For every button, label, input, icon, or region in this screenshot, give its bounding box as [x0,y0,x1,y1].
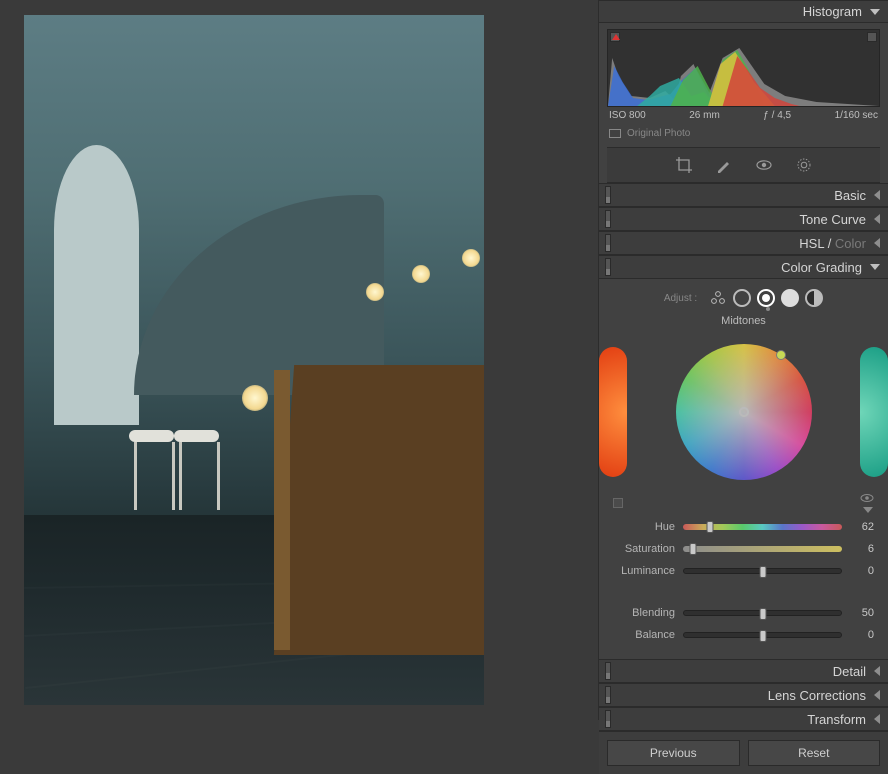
panel-header-transform[interactable]: Transform [599,707,888,731]
tool-strip [607,147,880,183]
crop-tool[interactable] [675,156,693,174]
chevron-down-icon [870,9,880,15]
balance-slider-row: Balance 0 [613,627,874,643]
aperture: ƒ / 4,5 [763,110,791,121]
panel-header-histogram[interactable]: Histogram [599,0,888,23]
footer: Previous Reset [599,731,888,774]
panel-header-color-grading[interactable]: Color Grading [599,255,888,279]
hue-slider-row: Hue 62 [613,519,874,535]
slider-thumb[interactable] [759,608,766,620]
panel-header-hsl[interactable]: HSL / Color [599,231,888,255]
panel-switch-icon[interactable] [605,710,611,728]
slider-label: Saturation [613,543,675,555]
healing-brush-tool[interactable] [715,156,733,174]
slider-value[interactable]: 0 [850,629,874,641]
wheel-center-icon [739,407,749,417]
slider-label: Balance [613,629,675,641]
adjust-mode-row: Adjust : [613,289,874,307]
panel-header-detail[interactable]: Detail [599,659,888,683]
panel-title: HSL / Color [799,236,866,251]
panel-switch-icon[interactable] [605,686,611,704]
chevron-left-icon [874,190,880,200]
saturation-slider-row: Saturation 6 [613,541,874,557]
luminance-slider-row: Luminance 0 [613,563,874,579]
chevron-left-icon [874,238,880,248]
luminance-slider[interactable] [683,568,842,574]
panel-switch-icon[interactable] [605,258,611,276]
shadows-wheel-button[interactable] [733,289,751,307]
chevron-left-icon [874,714,880,724]
panel-header-basic[interactable]: Basic [599,183,888,207]
slider-label: Blending [613,607,675,619]
focal-length: 26 mm [689,110,720,121]
panel-title: Lens Corrections [768,688,866,703]
iso-value: ISO 800 [609,110,646,121]
blending-slider[interactable] [683,610,842,616]
eye-icon[interactable] [860,493,874,503]
hue-slider[interactable] [683,524,842,530]
slider-label: Hue [613,521,675,533]
slider-thumb[interactable] [759,566,766,578]
panel-title: Basic [834,188,866,203]
slider-thumb[interactable] [689,543,696,555]
shadows-wheel-peek[interactable] [599,347,627,477]
reset-button[interactable]: Reset [748,740,881,766]
image-preview[interactable] [24,15,484,705]
panel-switch-icon[interactable] [605,186,611,204]
slider-value[interactable]: 6 [850,543,874,555]
slider-label: Luminance [613,565,675,577]
chevron-left-icon [874,690,880,700]
midtones-color-wheel[interactable] [676,344,812,480]
develop-sidebar: Histogram ISO 800 26 mm ƒ / 4,5 1/160 se… [598,0,888,720]
blending-slider-row: Blending 50 [613,605,874,621]
chevron-left-icon [874,214,880,224]
panel-title: Detail [833,664,866,679]
slider-thumb[interactable] [707,521,714,533]
panel-switch-icon[interactable] [605,662,611,680]
panel-header-lens-corrections[interactable]: Lens Corrections [599,683,888,707]
wheel-handle[interactable] [776,350,786,360]
histogram-graph [608,36,879,106]
slider-value[interactable]: 62 [850,521,874,533]
adjust-label: Adjust : [664,293,697,304]
panel-title: Transform [807,712,866,727]
panel-switch-icon[interactable] [605,210,611,228]
balance-slider[interactable] [683,632,842,638]
saturation-slider[interactable] [683,546,842,552]
shutter-speed: 1/160 sec [835,110,878,121]
canvas-area [0,0,598,720]
panel-header-tone-curve[interactable]: Tone Curve [599,207,888,231]
midtones-wheel-button[interactable] [757,289,775,307]
three-way-view-button[interactable] [709,289,727,307]
panel-title: Tone Curve [800,212,866,227]
highlights-wheel-peek[interactable] [860,347,888,477]
panel-title: Histogram [803,4,862,19]
exif-strip: ISO 800 26 mm ƒ / 4,5 1/160 sec [607,107,880,124]
chevron-left-icon [874,666,880,676]
global-wheel-button[interactable] [805,289,823,307]
chevron-down-icon[interactable] [863,507,873,513]
color-grading-mode-label: Midtones [613,315,874,327]
redeye-tool[interactable] [755,156,773,174]
color-grading-body: Adjust : Midtones Hue [599,279,888,659]
histogram[interactable] [607,29,880,107]
slider-value[interactable]: 50 [850,607,874,619]
panel-switch-icon[interactable] [605,234,611,252]
slider-value[interactable]: 0 [850,565,874,577]
slider-thumb[interactable] [759,630,766,642]
chevron-down-icon [870,264,880,270]
highlights-wheel-button[interactable] [781,289,799,307]
panel-title: Color Grading [781,260,862,275]
color-swatch[interactable] [613,498,623,508]
original-label: Original Photo [627,128,690,139]
photo-frame-icon [609,129,621,138]
previous-button[interactable]: Previous [607,740,740,766]
original-photo-toggle[interactable]: Original Photo [607,124,880,147]
masking-tool[interactable] [795,156,813,174]
